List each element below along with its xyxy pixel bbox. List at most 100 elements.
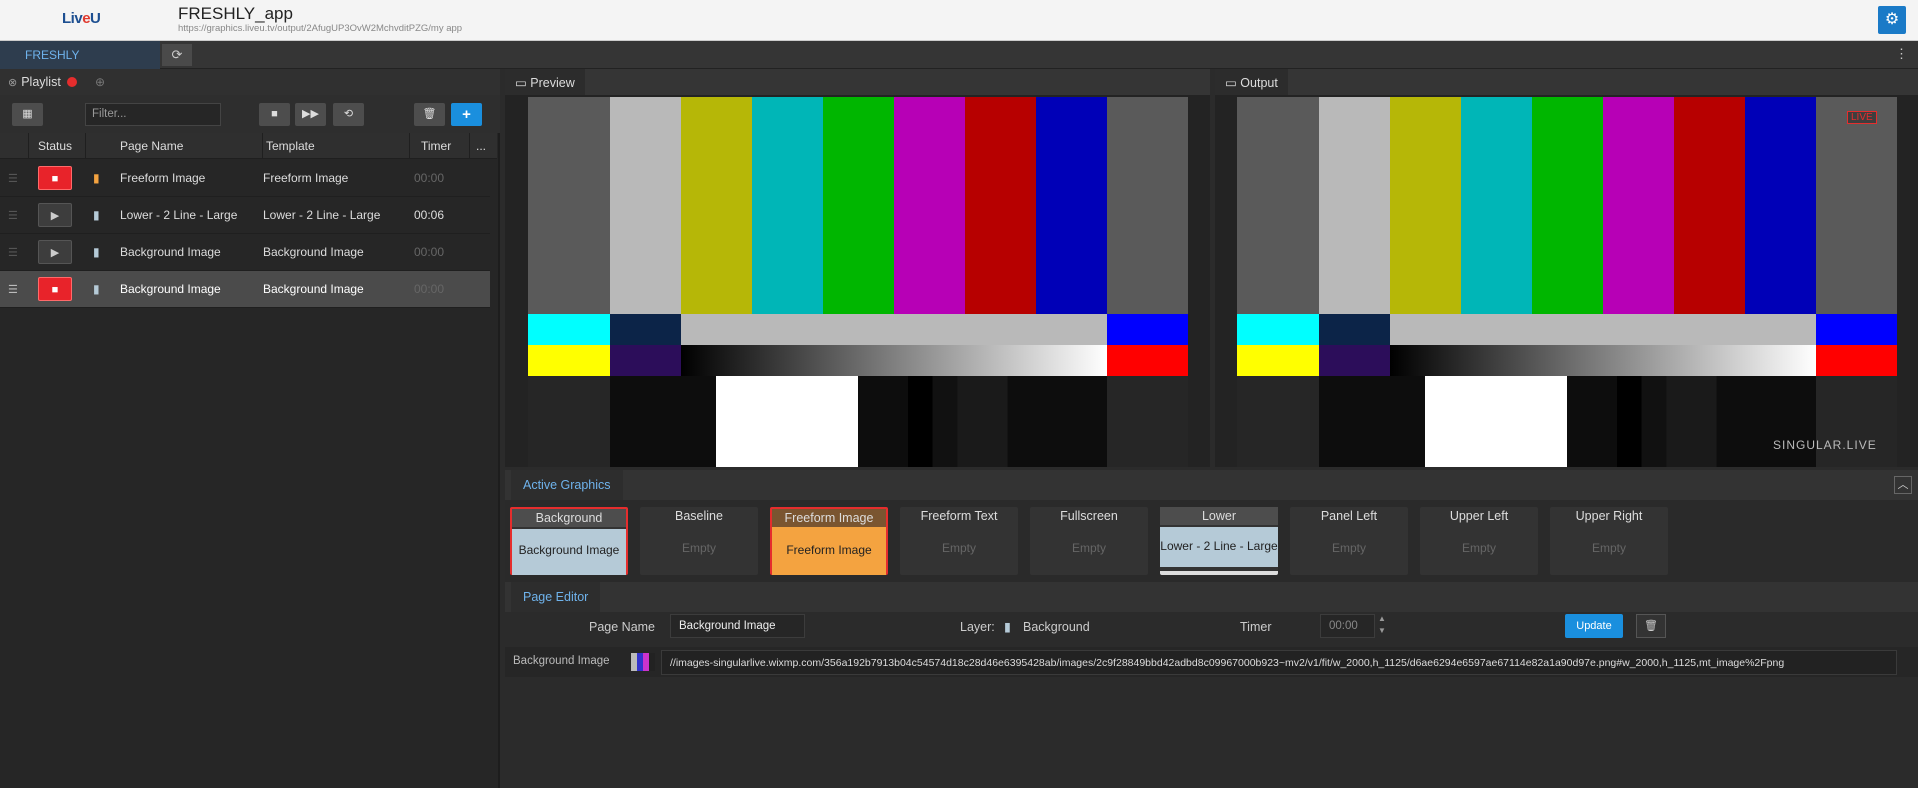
playlist-panel: ⊗ Playlist ⊕ ▦ Filter... ■ ▶▶ ⟲ 🗑 + Statu… xyxy=(0,69,500,788)
app-header: LiveU FRESHLY_app https://graphics.liveu… xyxy=(0,0,1918,41)
plus-icon: + xyxy=(462,106,471,123)
stop-all-button[interactable]: ■ xyxy=(259,103,290,126)
active-graphics-header: Active Graphics ︿ xyxy=(505,470,1918,500)
tab-preview[interactable]: ▭ Preview xyxy=(505,69,585,95)
col-status[interactable]: Status xyxy=(38,139,72,153)
preview-test-pattern xyxy=(528,97,1188,467)
page-editor-area: Page Name Background Image Layer: ▮ Back… xyxy=(505,612,1918,788)
grid-icon: ▦ xyxy=(22,108,33,120)
app-title: FRESHLY_app xyxy=(178,4,293,23)
add-page-button[interactable]: + xyxy=(451,103,482,126)
live-badge: LIVE xyxy=(1847,111,1877,124)
tab-freshly[interactable]: FRESHLY xyxy=(0,41,160,69)
playlist-table-header: Status Page Name Template Timer ... xyxy=(0,133,497,159)
refresh-button[interactable]: ⟳ xyxy=(162,44,192,66)
output-viewer: LIVE SINGULAR.LIVE xyxy=(1215,95,1918,467)
layer-value: Freeform Image xyxy=(772,529,886,575)
image-thumbnail[interactable] xyxy=(631,653,655,671)
col-more[interactable]: ... xyxy=(476,139,486,153)
loop-button[interactable]: ⟲ xyxy=(333,103,364,126)
layer-freeform-image[interactable]: Freeform Image Freeform Image xyxy=(770,507,888,575)
drag-handle-icon[interactable]: ☰ xyxy=(8,209,18,222)
layer-value: Empty xyxy=(681,541,716,555)
app-url[interactable]: https://graphics.liveu.tv/output/2AfugUP… xyxy=(178,23,462,34)
col-template[interactable]: Template xyxy=(266,139,315,153)
output-test-pattern: LIVE SINGULAR.LIVE xyxy=(1237,97,1897,467)
layer-name: Panel Left xyxy=(1320,509,1378,523)
tab-page-editor[interactable]: Page Editor xyxy=(511,582,601,612)
page-name-input[interactable]: Background Image xyxy=(670,614,805,638)
window-icon: ▭ xyxy=(515,76,531,90)
settings-button[interactable]: ⚙ xyxy=(1878,6,1906,34)
layer-panel-left[interactable]: Panel Left Empty xyxy=(1290,507,1408,575)
timer-value: 00:00 xyxy=(414,282,445,296)
fast-forward-icon: ▶▶ xyxy=(302,108,319,120)
col-page-name[interactable]: Page Name xyxy=(120,139,183,153)
page-editor-header: Page Editor xyxy=(505,582,1918,612)
page-name: Freeform Image xyxy=(120,171,206,185)
trash-icon: 🗑 xyxy=(422,108,437,120)
layer-name: Fullscreen xyxy=(1060,509,1118,523)
tab-active-graphics[interactable]: Active Graphics xyxy=(511,470,623,500)
layer-name: Freeform Text xyxy=(920,509,998,523)
layer-background[interactable]: Background Background Image xyxy=(510,507,628,575)
close-icon[interactable]: ⊗ xyxy=(8,77,17,89)
update-button[interactable]: Update xyxy=(1565,614,1623,638)
preview-header: ▭ Preview xyxy=(505,69,1210,95)
tab-playlist[interactable]: ⊗ Playlist xyxy=(0,69,85,95)
playlist-header: ⊗ Playlist ⊕ xyxy=(0,69,500,95)
layer-value: Empty xyxy=(1591,541,1626,555)
grid-view-button[interactable]: ▦ xyxy=(12,103,43,126)
template-name: Freeform Image xyxy=(263,171,349,185)
add-tab-icon[interactable]: ⊕ xyxy=(95,75,105,89)
delete-button[interactable]: 🗑 xyxy=(414,103,445,126)
table-row[interactable]: ☰ ▶ ▮ Lower - 2 Line - Large Lower - 2 L… xyxy=(0,197,490,234)
layer-value: Empty xyxy=(1461,541,1496,555)
play-button[interactable]: ▶ xyxy=(38,203,72,227)
page-name: Background Image xyxy=(120,282,221,296)
timer-input[interactable]: 00:00 xyxy=(1320,614,1375,638)
chevron-up-icon[interactable]: ︿ xyxy=(1894,476,1912,494)
layer-upper-right[interactable]: Upper Right Empty xyxy=(1550,507,1668,575)
layer-value: Background Image xyxy=(512,529,626,575)
playlist-title: Playlist xyxy=(21,75,61,89)
layer-upper-left[interactable]: Upper Left Empty xyxy=(1420,507,1538,575)
file-icon: ▮ xyxy=(93,282,100,296)
file-icon: ▮ xyxy=(93,208,100,222)
table-row-selected[interactable]: ☰ ■ ▮ Background Image Background Image … xyxy=(0,271,490,308)
table-row[interactable]: ☰ ■ ▮ Freeform Image Freeform Image 00:0… xyxy=(0,160,490,197)
image-url-input[interactable]: //images-singularlive.wixmp.com/356a192b… xyxy=(661,650,1897,675)
output-header: ▭ Output xyxy=(1215,69,1918,95)
gear-icon: ⚙ xyxy=(1884,11,1900,28)
preview-title: Preview xyxy=(530,76,575,90)
play-button[interactable]: ▶ xyxy=(38,240,72,264)
layer-baseline[interactable]: Baseline Empty xyxy=(640,507,758,575)
next-button[interactable]: ▶▶ xyxy=(295,103,326,126)
col-timer[interactable]: Timer xyxy=(421,139,451,153)
drag-handle-icon[interactable]: ☰ xyxy=(8,246,18,259)
layer-name: Upper Left xyxy=(1449,509,1509,523)
layer-lower[interactable]: Lower Lower - 2 Line - Large xyxy=(1160,507,1278,575)
tab-output[interactable]: ▭ Output xyxy=(1215,69,1288,95)
layer-value: Empty xyxy=(941,541,976,555)
kebab-icon[interactable]: ⋮ xyxy=(1895,46,1908,62)
drag-handle-icon[interactable]: ☰ xyxy=(8,172,18,185)
singular-watermark: SINGULAR.LIVE xyxy=(1773,438,1877,452)
template-name: Lower - 2 Line - Large xyxy=(263,208,381,222)
delete-page-button[interactable]: 🗑 xyxy=(1636,614,1666,638)
layer-freeform-text[interactable]: Freeform Text Empty xyxy=(900,507,1018,575)
template-name: Background Image xyxy=(263,245,364,259)
drag-handle-icon[interactable]: ☰ xyxy=(8,283,18,296)
stop-button[interactable]: ■ xyxy=(38,166,72,190)
output-title: Output xyxy=(1240,76,1278,90)
table-row[interactable]: ☰ ▶ ▮ Background Image Background Image … xyxy=(0,234,490,271)
stop-button[interactable]: ■ xyxy=(38,277,72,301)
filter-input[interactable]: Filter... xyxy=(85,103,221,126)
refresh-icon: ⟳ xyxy=(171,47,183,62)
layer-fullscreen[interactable]: Fullscreen Empty xyxy=(1030,507,1148,575)
timer-value: 00:00 xyxy=(414,171,445,185)
layer-value: Lower - 2 Line - Large xyxy=(1160,527,1278,567)
timer-stepper[interactable]: ▲ ▼ xyxy=(1378,613,1386,637)
playlist-toolbar: ▦ Filter... ■ ▶▶ ⟲ 🗑 + xyxy=(0,95,500,133)
layer-value: Background xyxy=(1023,620,1090,634)
